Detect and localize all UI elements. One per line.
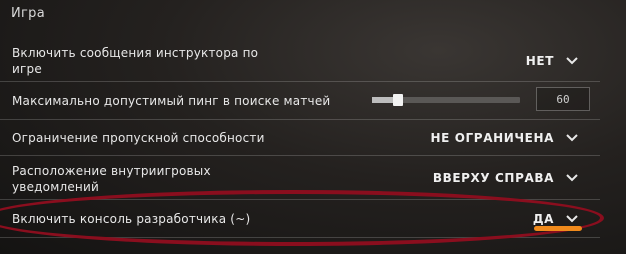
- bandwidth-dropdown[interactable]: НЕ ОГРАНИЧЕНА: [431, 120, 578, 155]
- label-line: Расположение внутриигровых: [12, 164, 211, 178]
- setting-row-max-ping: Максимально допустимый пинг в поиске мат…: [0, 82, 600, 120]
- label-line: Включить сообщения инструктора по: [12, 46, 259, 60]
- setting-label-max-ping: Максимально допустимый пинг в поиске мат…: [12, 94, 331, 108]
- setting-label-instructor: Включить сообщения инструктора по игре: [12, 45, 258, 77]
- setting-label-notifications: Расположение внутриигровых уведомлений: [12, 163, 211, 195]
- dropdown-value: НЕ ОГРАНИЧЕНА: [430, 130, 554, 145]
- setting-row-instructor: Включить сообщения инструктора по игре Н…: [0, 40, 600, 82]
- chevron-down-icon: [566, 133, 578, 141]
- chevron-down-icon: [566, 173, 578, 181]
- slider-thumb[interactable]: [393, 94, 403, 106]
- setting-row-bandwidth: Ограничение пропускной способности НЕ ОГ…: [0, 120, 600, 156]
- section-title: Игра: [11, 6, 45, 21]
- label-line: уведомлений: [12, 180, 99, 194]
- accent-underline: [534, 226, 582, 231]
- dropdown-value: ДА: [532, 211, 554, 226]
- chevron-down-icon: [566, 56, 578, 64]
- chevron-down-icon: [566, 214, 578, 222]
- ping-value-field[interactable]: 60: [536, 87, 590, 111]
- dropdown-value: НЕТ: [525, 53, 554, 68]
- setting-label-dev-console: Включить консоль разработчика (~): [12, 212, 251, 226]
- setting-row-notifications: Расположение внутриигровых уведомлений В…: [0, 156, 600, 200]
- setting-label-bandwidth: Ограничение пропускной способности: [12, 131, 265, 145]
- notifications-dropdown[interactable]: ВВЕРХУ СПРАВА: [433, 156, 578, 199]
- label-line: игре: [12, 62, 42, 76]
- dropdown-value: ВВЕРХУ СПРАВА: [432, 170, 554, 185]
- ping-slider[interactable]: [372, 94, 520, 106]
- instructor-dropdown[interactable]: НЕТ: [526, 40, 578, 81]
- setting-row-dev-console: Включить консоль разработчика (~) ДА: [0, 200, 600, 238]
- dev-console-dropdown[interactable]: ДА: [533, 200, 578, 237]
